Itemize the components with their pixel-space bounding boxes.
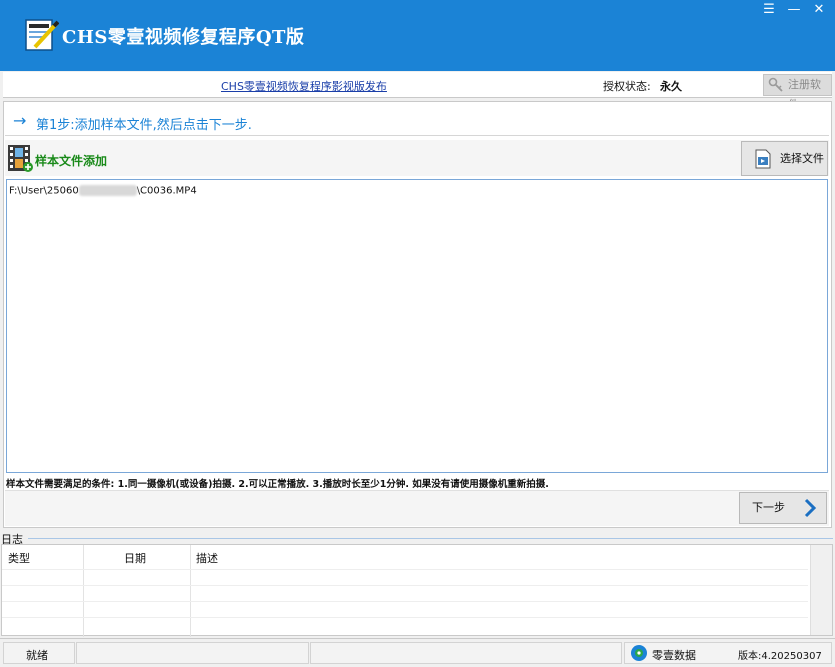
file-path-prefix: F:\User\25060 bbox=[9, 185, 79, 197]
status-bar: 就绪 零壹数据 版本:4.20250307 bbox=[0, 638, 835, 667]
key-icon bbox=[768, 77, 783, 92]
column-header-date[interactable]: 日期 bbox=[124, 550, 146, 566]
status-cell bbox=[76, 642, 309, 664]
menu-icon[interactable]: ☰ bbox=[760, 2, 778, 18]
app-logo-icon bbox=[25, 19, 59, 51]
arrow-right-icon: → bbox=[13, 111, 27, 130]
log-divider bbox=[28, 538, 833, 539]
column-divider bbox=[190, 545, 191, 637]
register-button[interactable]: 注册软件 bbox=[763, 74, 832, 111]
log-scrollbar[interactable] bbox=[810, 545, 832, 635]
table-row bbox=[2, 585, 808, 586]
next-step-button[interactable]: 下一步 bbox=[739, 492, 827, 524]
license-status-label: 授权状态: bbox=[603, 80, 651, 93]
choose-file-button[interactable]: 选择文件 bbox=[741, 141, 828, 176]
title-bar: CHS零壹视频修复程序QT版 ☰ — ✕ bbox=[0, 0, 835, 71]
column-divider bbox=[83, 545, 84, 637]
next-step-area bbox=[5, 490, 829, 526]
sample-requirements: 样本文件需要满足的条件: 1.同一摄像机(或设备)拍摄. 2.可以正常播放. 3… bbox=[6, 479, 549, 490]
sample-section-header: 样本文件添加 bbox=[5, 140, 829, 176]
table-row bbox=[2, 601, 808, 602]
step-bar: → 第1步:添加样本文件,然后点击下一步. bbox=[5, 106, 829, 136]
film-icon bbox=[8, 145, 33, 172]
log-table-header: 类型 日期 描述 bbox=[2, 545, 832, 569]
redacted-path-segment bbox=[78, 185, 137, 196]
table-row bbox=[2, 617, 808, 618]
chevron-right-icon bbox=[804, 498, 817, 518]
version-text: 版本:4.20250307 bbox=[738, 651, 822, 662]
log-table[interactable]: 类型 日期 描述 bbox=[1, 544, 833, 637]
list-item[interactable]: F:\User\25060 \C0036.MP4 bbox=[9, 185, 197, 197]
file-icon bbox=[755, 149, 771, 169]
status-text: 就绪 bbox=[26, 649, 48, 662]
info-bar: CHS零壹视频恢复程序影视版发布 授权状态: 永久 注册软件 bbox=[3, 72, 832, 111]
brand-logo-icon bbox=[631, 645, 647, 661]
status-cell bbox=[310, 642, 622, 664]
file-path-suffix: \C0036.MP4 bbox=[136, 185, 197, 197]
next-step-label: 下一步 bbox=[752, 501, 785, 514]
app-title: CHS零壹视频修复程序QT版 bbox=[62, 27, 305, 48]
sample-file-list[interactable]: F:\User\25060 \C0036.MP4 bbox=[6, 179, 828, 473]
sample-section-title: 样本文件添加 bbox=[35, 154, 108, 168]
table-row bbox=[2, 569, 808, 570]
brand-name: 零壹数据 bbox=[652, 649, 696, 662]
column-header-type[interactable]: 类型 bbox=[8, 550, 30, 566]
step-instruction: 第1步:添加样本文件,然后点击下一步. bbox=[36, 118, 252, 133]
close-button[interactable]: ✕ bbox=[810, 2, 828, 18]
column-header-description[interactable]: 描述 bbox=[196, 550, 218, 566]
license-status-value: 永久 bbox=[660, 80, 682, 93]
minimize-button[interactable]: — bbox=[785, 2, 803, 18]
choose-file-label: 选择文件 bbox=[780, 152, 824, 165]
publish-link[interactable]: CHS零壹视频恢复程序影视版发布 bbox=[221, 78, 387, 94]
